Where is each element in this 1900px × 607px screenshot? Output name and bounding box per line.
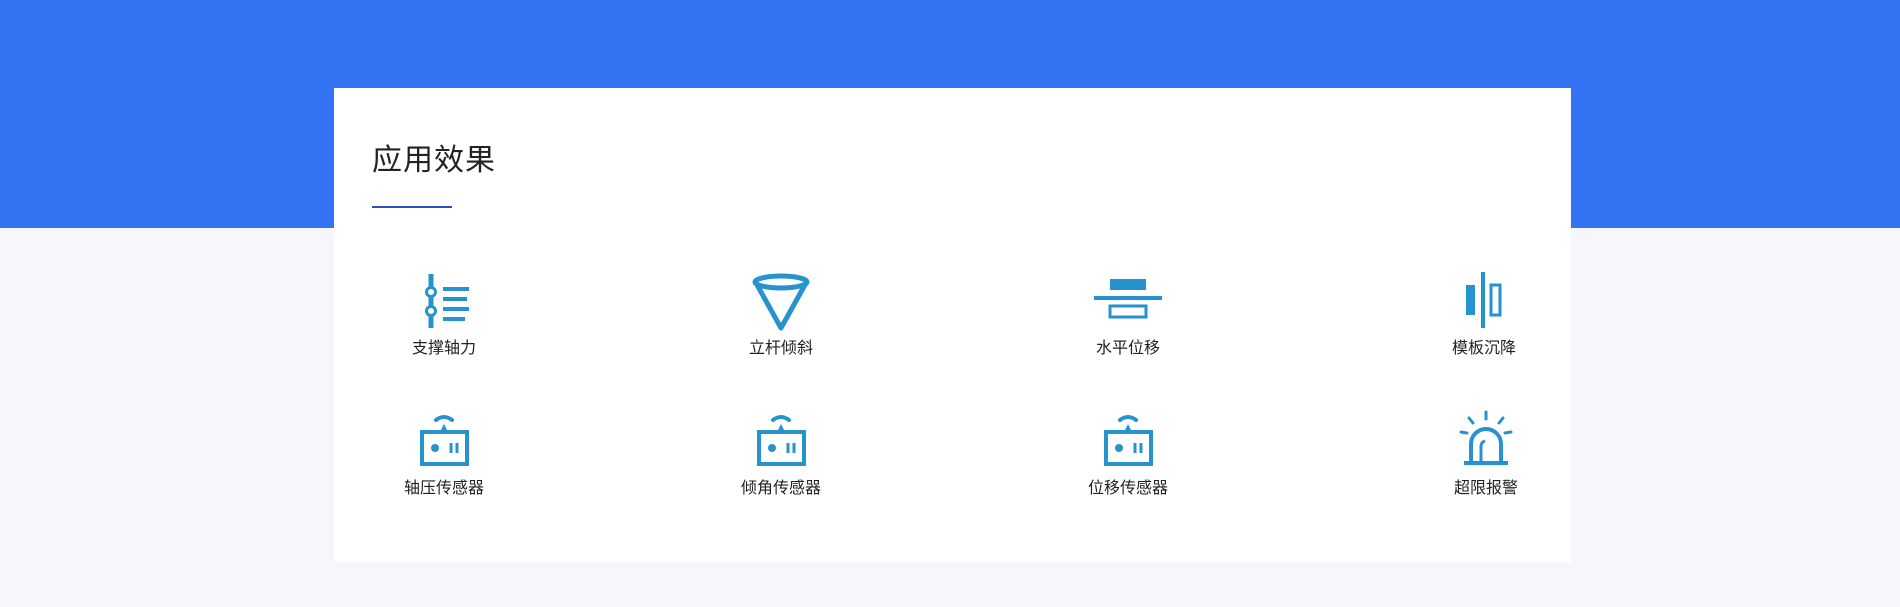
sensor-device-icon xyxy=(409,408,479,472)
feature-label: 倾角传感器 xyxy=(740,478,821,497)
funnel-tilt-icon xyxy=(746,268,816,332)
section-title: 应用效果 xyxy=(372,143,496,178)
feature-axial-pressure-sensor: 轴压传感器 xyxy=(364,408,524,496)
formwork-settlement-icon xyxy=(1449,268,1519,332)
axial-force-icon xyxy=(409,268,479,332)
feature-label: 模板沉降 xyxy=(1451,338,1516,357)
sensor-device-icon xyxy=(1093,408,1163,472)
alarm-light-icon xyxy=(1451,408,1521,472)
application-effect-card: 应用效果 支撑轴力 立杆倾斜 水平位移 模板沉降 轴压传感器 倾角传感器 位移传… xyxy=(334,88,1571,562)
feature-label: 支撑轴力 xyxy=(411,338,476,357)
feature-axial-force: 支撑轴力 xyxy=(364,268,524,356)
feature-tilt-sensor: 倾角传感器 xyxy=(701,408,861,496)
feature-displacement-sensor: 位移传感器 xyxy=(1048,408,1208,496)
feature-formwork-settlement: 模板沉降 xyxy=(1404,268,1564,356)
horizontal-displacement-icon xyxy=(1093,268,1163,332)
feature-horizontal-displacement: 水平位移 xyxy=(1048,268,1208,356)
page: 应用效果 支撑轴力 立杆倾斜 水平位移 模板沉降 轴压传感器 倾角传感器 位移传… xyxy=(0,0,1900,607)
feature-label: 位移传感器 xyxy=(1087,478,1168,497)
feature-label: 轴压传感器 xyxy=(403,478,484,497)
feature-label: 立杆倾斜 xyxy=(748,338,813,357)
feature-overlimit-alarm: 超限报警 xyxy=(1406,408,1566,496)
sensor-device-icon xyxy=(746,408,816,472)
feature-label: 超限报警 xyxy=(1453,478,1518,497)
title-underline xyxy=(372,206,452,208)
feature-label: 水平位移 xyxy=(1095,338,1160,357)
feature-pole-tilt: 立杆倾斜 xyxy=(701,268,861,356)
